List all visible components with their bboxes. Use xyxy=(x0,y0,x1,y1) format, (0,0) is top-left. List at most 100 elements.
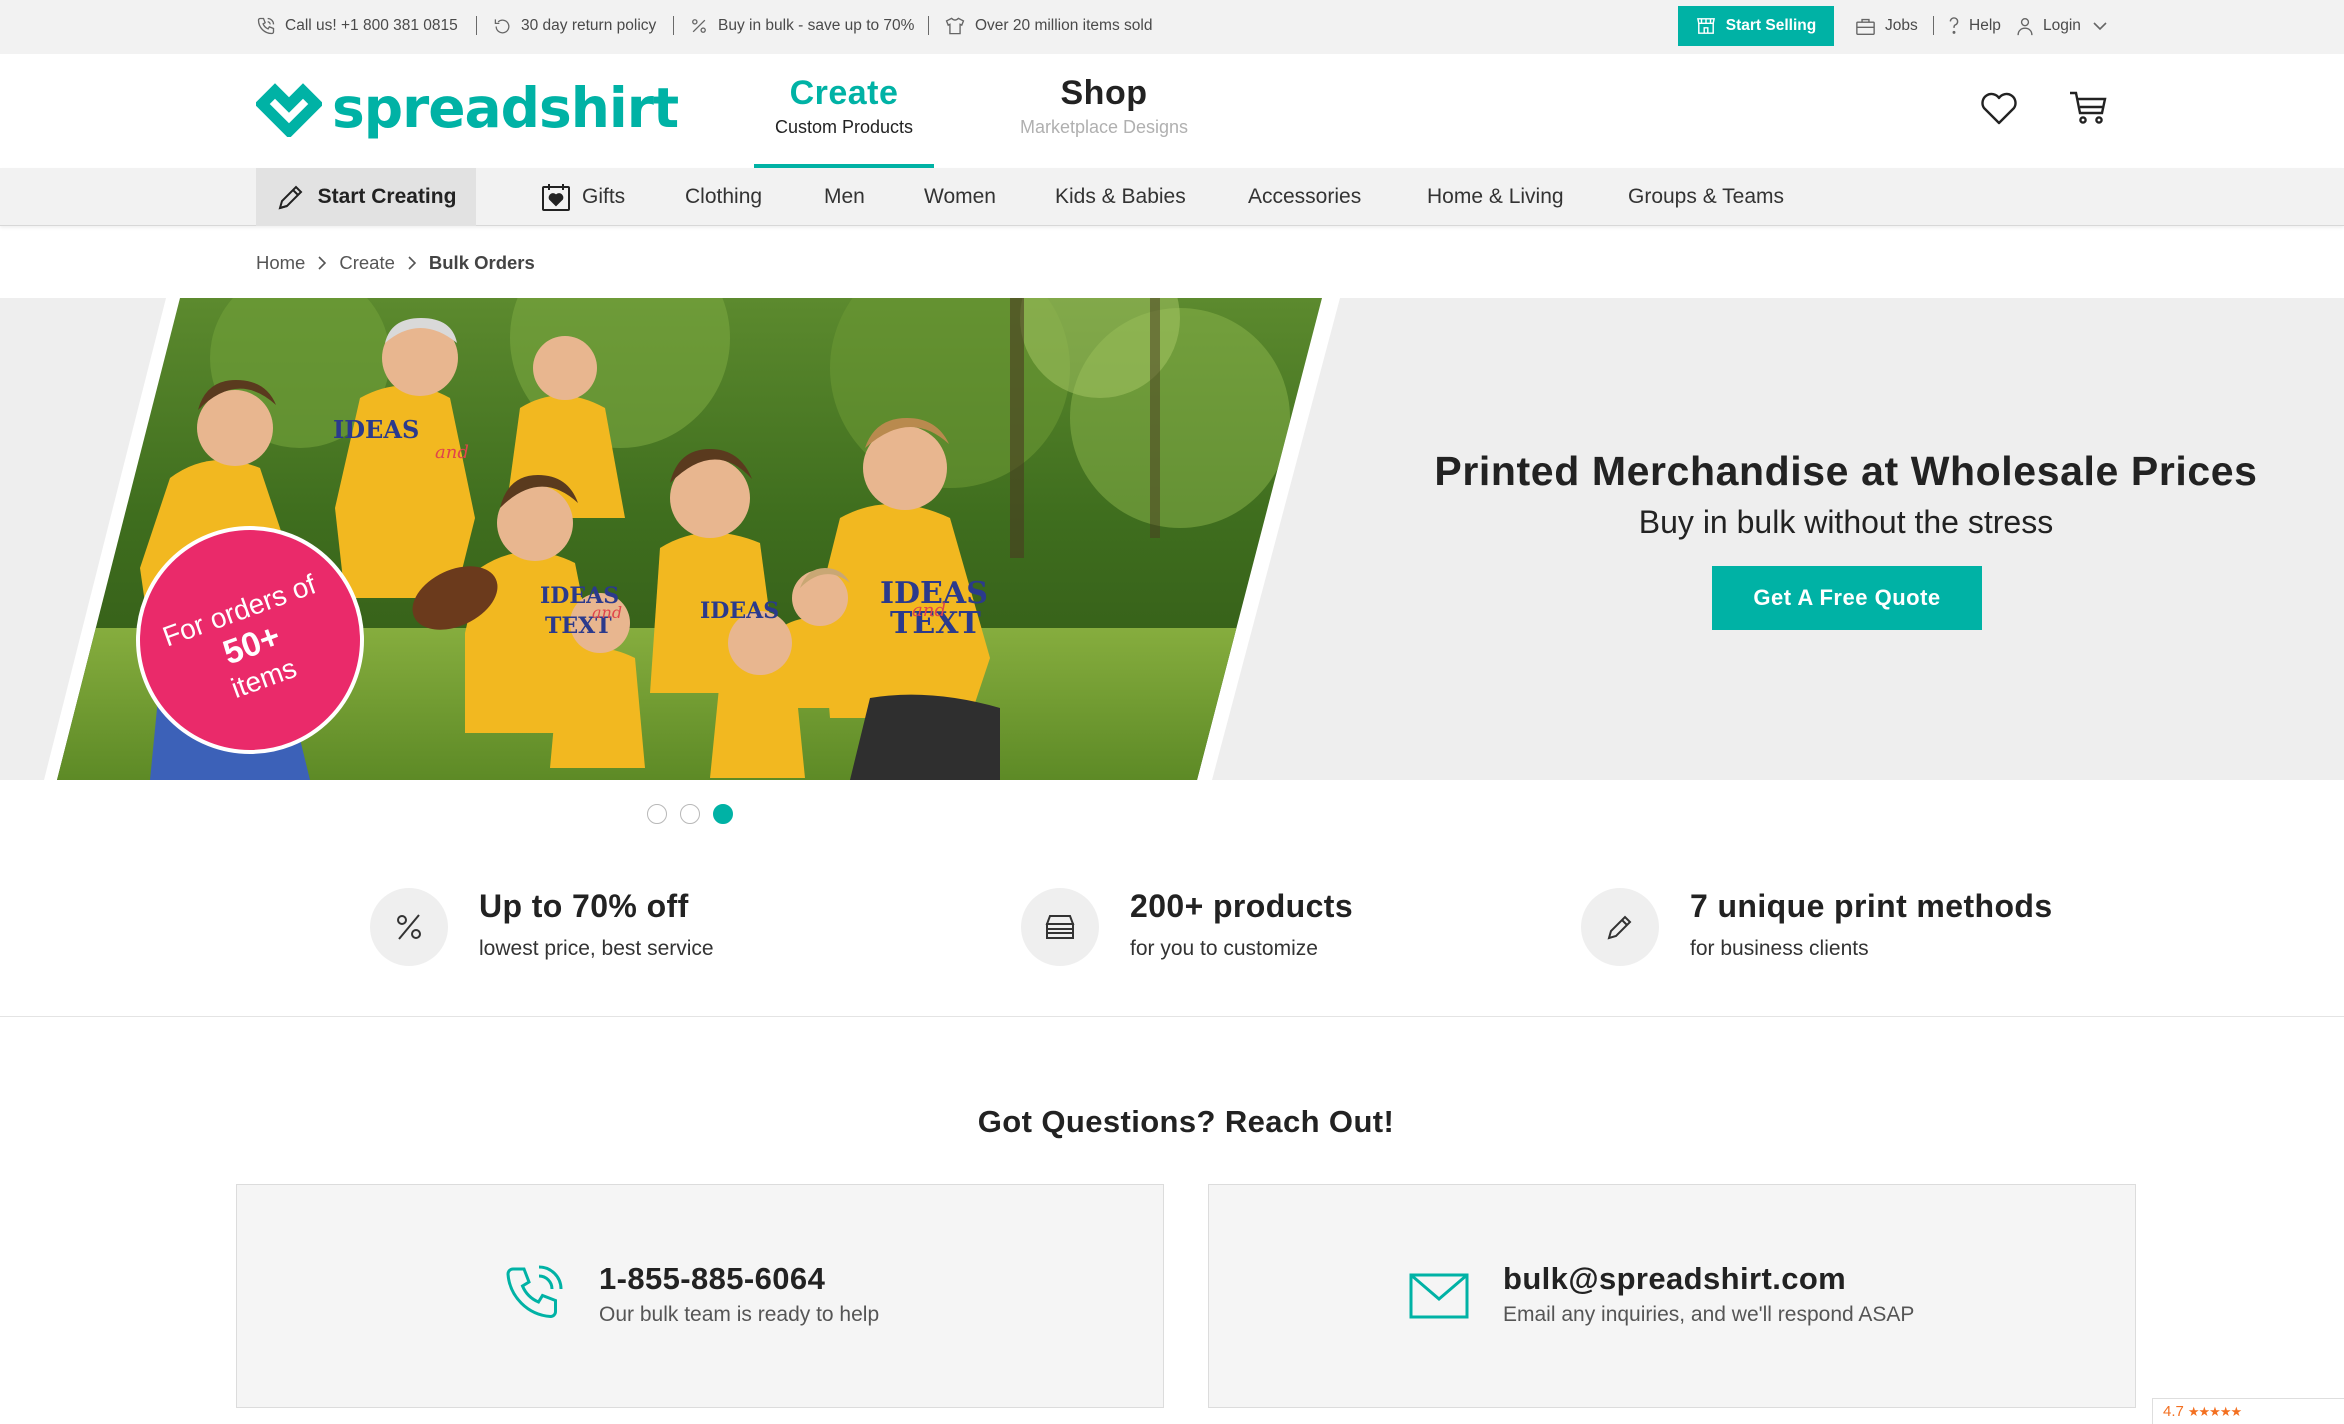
feature-subtitle: for you to customize xyxy=(1130,937,1318,960)
carousel-dot-1[interactable] xyxy=(647,804,667,824)
login-link[interactable]: Login xyxy=(2016,0,2107,52)
feature-icon-circle xyxy=(1021,888,1099,966)
phone-icon xyxy=(257,17,275,35)
nav-item-groups-teams[interactable]: Groups & Teams xyxy=(1628,168,1784,226)
rating-stars: ★★★★★ xyxy=(2187,1403,2242,1419)
nav-item-kids-babies[interactable]: Kids & Babies xyxy=(1055,168,1186,226)
start-creating-button[interactable]: Start Creating xyxy=(256,168,476,226)
nav-item-men[interactable]: Men xyxy=(824,168,865,226)
tab-create[interactable]: Create Custom Products xyxy=(754,74,934,168)
items-sold[interactable]: Over 20 million items sold xyxy=(944,0,1152,52)
nav-item-label: Accessories xyxy=(1248,185,1362,208)
call-us-text: Call us! +1 800 381 0815 xyxy=(285,17,458,34)
user-icon xyxy=(2017,17,2033,35)
return-policy[interactable]: 30 day return policy xyxy=(493,0,656,52)
carousel-dot-3[interactable] xyxy=(713,804,733,824)
phone-description: Our bulk team is ready to help xyxy=(599,1303,880,1326)
separator xyxy=(673,16,674,35)
question-icon xyxy=(1949,17,1959,34)
feature-subtitle: for business clients xyxy=(1690,937,1869,960)
heart-logo-icon xyxy=(256,83,322,137)
carousel-dot-2[interactable] xyxy=(680,804,700,824)
top-utility-bar: Call us! +1 800 381 0815 30 day return p… xyxy=(0,0,2344,54)
storefront-icon xyxy=(1696,18,1715,34)
email-address[interactable]: bulk@spreadshirt.com xyxy=(1503,1261,1846,1297)
gift-calendar-icon xyxy=(542,184,570,211)
hero-banner: IDEAS IDEAS IDEAS TEXT IDEAS TEXT and an… xyxy=(0,298,2344,780)
nav-item-women[interactable]: Women xyxy=(924,168,996,226)
breadcrumb-home[interactable]: Home xyxy=(256,252,305,274)
hero-photo: IDEAS IDEAS IDEAS TEXT IDEAS TEXT and an… xyxy=(44,298,1340,780)
start-selling-label: Start Selling xyxy=(1725,17,1817,34)
bulk-order-badge: For orders of 50+ items xyxy=(136,526,364,754)
get-free-quote-button[interactable]: Get A Free Quote xyxy=(1712,566,1982,630)
contact-heading: Got Questions? Reach Out! xyxy=(977,1104,1395,1139)
nav-item-label: Women xyxy=(924,185,996,208)
feature-title: 200+ products xyxy=(1130,888,1354,924)
rating-widget[interactable]: 4.7 ★★★★★ xyxy=(2152,1398,2344,1424)
cart-icon[interactable] xyxy=(2068,90,2108,126)
main-header: spreadshirt Create Custom Products Shop … xyxy=(0,54,2344,168)
tab-create-title: Create xyxy=(789,74,899,112)
stack-icon xyxy=(1045,915,1075,939)
pencil-icon xyxy=(278,185,302,210)
spreadshirt-logo[interactable]: spreadshirt xyxy=(256,76,679,140)
nav-item-label: Gifts xyxy=(582,185,626,208)
shirt-print-text: IDEAS xyxy=(333,415,419,444)
email-description: Email any inquiries, and we'll respond A… xyxy=(1503,1303,1915,1326)
category-nav: Start Creating Gifts Clothing Men Women … xyxy=(0,168,2344,226)
wishlist-heart-icon[interactable] xyxy=(1980,92,2018,126)
feature-subtitle: lowest price, best service xyxy=(479,937,714,960)
nav-item-gifts[interactable]: Gifts xyxy=(540,168,625,226)
email-contact-card[interactable]: bulk@spreadshirt.com Email any inquiries… xyxy=(1208,1184,2136,1408)
nav-item-clothing[interactable]: Clothing xyxy=(685,168,762,226)
nav-item-label: Home & Living xyxy=(1427,185,1564,208)
shirt-print-text: IDEAS xyxy=(700,598,779,624)
help-link[interactable]: Help xyxy=(1948,0,2001,52)
shirt-print-script: and xyxy=(435,442,469,463)
feature-discount: Up to 70% off lowest price, best service xyxy=(370,884,790,966)
items-sold-text: Over 20 million items sold xyxy=(975,17,1153,34)
tab-shop[interactable]: Shop Marketplace Designs xyxy=(1006,74,1202,138)
jobs-text: Jobs xyxy=(1885,17,1918,34)
help-text: Help xyxy=(1969,17,2001,34)
feature-title: 7 unique print methods xyxy=(1690,888,2053,924)
feature-icon-circle xyxy=(1581,888,1659,966)
start-creating-label: Start Creating xyxy=(317,185,457,208)
phone-icon xyxy=(506,1265,563,1319)
breadcrumb-current: Bulk Orders xyxy=(428,252,535,273)
nav-item-accessories[interactable]: Accessories xyxy=(1248,168,1361,226)
chevron-down-icon xyxy=(2093,21,2107,30)
pencil-icon xyxy=(1607,915,1632,940)
breadcrumb-create[interactable]: Create xyxy=(339,252,395,274)
nav-item-home-living[interactable]: Home & Living xyxy=(1427,168,1564,226)
envelope-icon xyxy=(1409,1273,1469,1319)
shirt-print-script: and xyxy=(592,603,622,622)
phone-number[interactable]: 1-855-885-6064 xyxy=(599,1261,825,1297)
separator xyxy=(476,16,477,35)
shirt-print-script: and xyxy=(912,600,946,621)
nav-item-label: Kids & Babies xyxy=(1055,185,1186,208)
phone-contact-card[interactable]: 1-855-885-6064 Our bulk team is ready to… xyxy=(236,1184,1164,1408)
tshirt-icon xyxy=(945,17,965,35)
breadcrumb: Home Create Bulk Orders xyxy=(256,252,535,274)
rating-score: 4.7 xyxy=(2163,1403,2184,1420)
chevron-right-icon xyxy=(318,256,327,270)
feature-icon-circle xyxy=(370,888,448,966)
return-icon xyxy=(494,18,510,33)
return-policy-text: 30 day return policy xyxy=(521,17,657,34)
tab-create-subtitle: Custom Products xyxy=(774,117,914,137)
hero-subtitle: Buy in bulk without the stress xyxy=(1638,504,2054,540)
start-selling-button[interactable]: Start Selling xyxy=(1678,6,1834,46)
hero-title: Printed Merchandise at Wholesale Prices xyxy=(1434,448,2258,494)
feature-products: 200+ products for you to customize xyxy=(1021,884,1441,966)
chevron-right-icon xyxy=(408,256,417,270)
percent-icon xyxy=(397,914,421,940)
nav-item-label: Clothing xyxy=(685,185,763,208)
separator xyxy=(928,16,929,35)
percent-icon xyxy=(692,19,706,33)
separator xyxy=(1933,16,1934,35)
jobs-link[interactable]: Jobs xyxy=(1855,0,1918,52)
bulk-savings[interactable]: Buy in bulk - save up to 70% xyxy=(689,0,914,52)
call-us[interactable]: Call us! +1 800 381 0815 xyxy=(256,0,458,52)
